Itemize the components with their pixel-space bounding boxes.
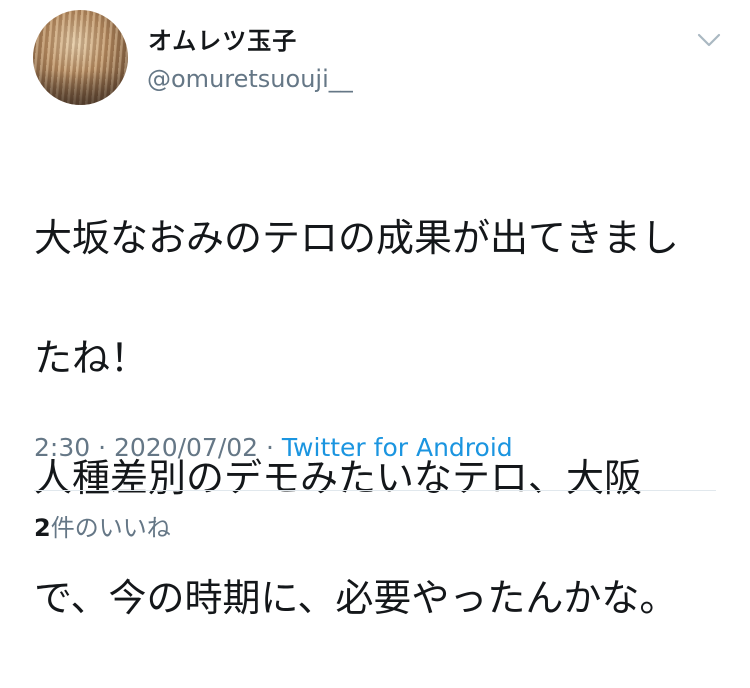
user-avatar[interactable]: [33, 10, 128, 105]
tweet-time: 2:30: [34, 433, 91, 462]
tweet-text-line: 大坂なおみのテロの成果が出てきまし: [34, 216, 679, 260]
divider: [34, 490, 716, 491]
tweet-text: 大坂なおみのテロの成果が出てきまし たね！ 人種差別のデモみたいなテロ、大阪 で…: [34, 148, 724, 688]
like-label: 件のいいね: [50, 514, 171, 542]
tweet-date[interactable]: 2020/07/02: [114, 433, 258, 462]
chevron-down-icon[interactable]: [696, 30, 722, 50]
meta-separator: ·: [90, 433, 114, 462]
avatar-photo-shade: [33, 70, 128, 105]
tweet-source-link[interactable]: Twitter for Android: [282, 433, 513, 462]
display-name[interactable]: オムレツ玉子: [148, 26, 297, 56]
like-count-link[interactable]: 2件のいいね: [34, 512, 171, 544]
tweet-meta: 2:30 · 2020/07/02 · Twitter for Android: [34, 432, 513, 464]
like-count: 2: [34, 514, 51, 542]
meta-separator: ·: [258, 433, 282, 462]
user-handle[interactable]: @omuretsuouji__: [147, 64, 353, 94]
tweet-text-line: たね！: [34, 336, 149, 380]
tweet-text-line: で、今の時期に、必要やったんかな。: [34, 576, 678, 620]
